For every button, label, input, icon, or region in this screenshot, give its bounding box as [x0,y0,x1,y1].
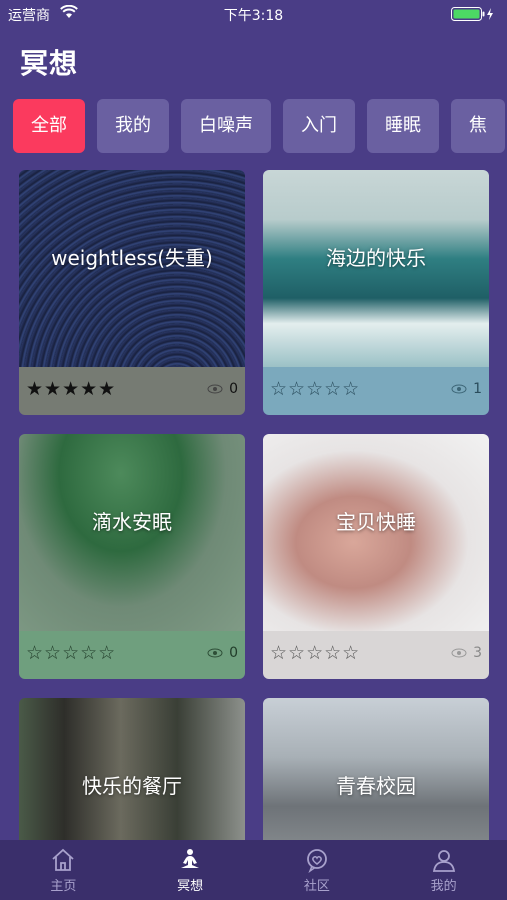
meditation-icon [181,848,200,868]
tabbar-label: 我的 [430,878,457,894]
tab-all[interactable]: 全部 [13,99,85,153]
battery-icon [451,7,495,21]
eye-icon [451,648,467,658]
card-footer: ☆☆☆☆☆ 3 [263,631,489,679]
card-title: weightless(失重) [51,246,213,270]
meditation-card[interactable]: 海边的快乐 ☆☆☆☆☆ 1 [263,170,489,415]
rating-stars: ☆☆☆☆☆ [26,642,117,664]
view-count-value: 0 [229,645,238,661]
tabbar-profile[interactable]: 我的 [380,840,507,900]
rating-stars: ★★★★★ [26,378,117,400]
card-footer: ☆☆☆☆☆ 0 [19,631,245,679]
card-image-restaurant [19,698,245,840]
community-icon [306,848,327,873]
status-time: 下午3:18 [223,8,284,24]
meditation-card[interactable]: 滴水安眠 ☆☆☆☆☆ 0 [19,434,245,679]
bottom-tab-bar: 主页 冥想 社区 我的 [0,840,507,900]
card-title: 宝贝快睡 [336,510,416,534]
card-footer: ★★★★★ 0 [19,367,245,415]
status-bar: 运营商 下午3:18 [0,0,507,28]
eye-icon [451,384,467,394]
meditation-card[interactable]: weightless(失重) ★★★★★ 0 [19,170,245,415]
profile-icon [432,849,455,872]
view-count: 3 [451,645,482,661]
home-icon [52,848,74,871]
meditation-card[interactable]: 宝贝快睡 ☆☆☆☆☆ 3 [263,434,489,679]
tab-sleep[interactable]: 睡眠 [367,99,439,153]
view-count-value: 1 [473,381,482,397]
tab-beginner[interactable]: 入门 [283,99,355,153]
tabbar-community[interactable]: 社区 [254,840,381,900]
tabbar-meditation[interactable]: 冥想 [127,840,254,900]
eye-icon [207,384,223,394]
tabbar-home[interactable]: 主页 [0,840,127,900]
rating-stars: ☆☆☆☆☆ [270,378,361,400]
meditation-card[interactable]: 快乐的餐厅 [19,698,245,840]
view-count: 0 [207,381,238,397]
tab-anxiety[interactable]: 焦 [451,99,505,153]
card-footer: ☆☆☆☆☆ 1 [263,367,489,415]
card-title: 滴水安眠 [92,510,172,534]
tabbar-label: 社区 [303,878,330,894]
view-count-value: 0 [229,381,238,397]
category-tabs: 全部 我的 白噪声 入门 睡眠 焦 [13,99,507,153]
view-count-value: 3 [473,645,482,661]
meditation-card[interactable]: 青春校园 [263,698,489,840]
eye-icon [207,648,223,658]
tab-mine[interactable]: 我的 [97,99,169,153]
rating-stars: ☆☆☆☆☆ [270,642,361,664]
tabbar-label: 主页 [50,878,77,894]
view-count: 1 [451,381,482,397]
card-title: 海边的快乐 [326,246,426,270]
view-count: 0 [207,645,238,661]
card-image-graduation-caps [263,698,489,840]
tab-white-noise[interactable]: 白噪声 [181,99,271,153]
card-title: 快乐的餐厅 [82,774,182,798]
page-title: 冥想 [20,47,79,80]
meditation-grid: weightless(失重) ★★★★★ 0 海边的快乐 ☆☆☆☆☆ 1 滴水安… [19,170,489,840]
tabbar-label: 冥想 [177,878,204,894]
card-title: 青春校园 [336,774,416,798]
